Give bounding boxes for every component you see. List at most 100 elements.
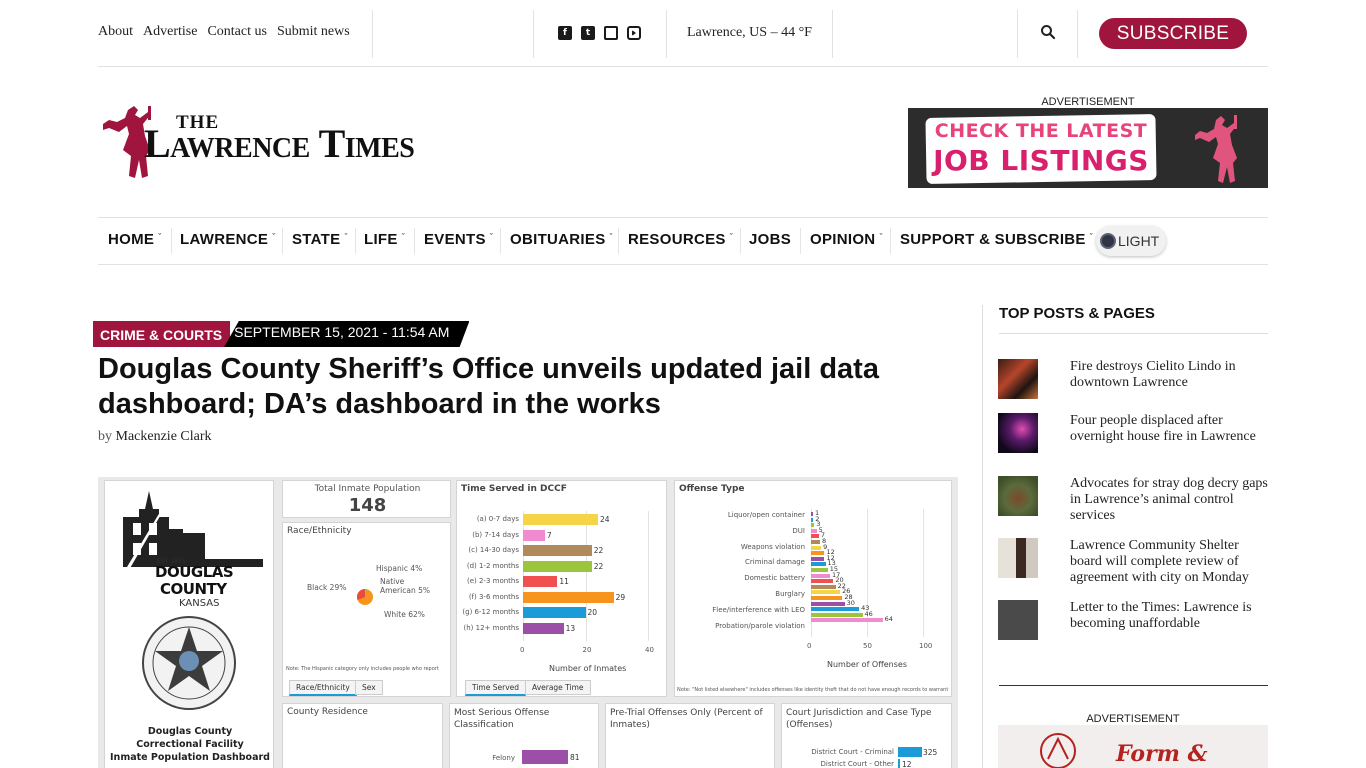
top-posts-rule [999,333,1268,334]
nav-support-subscribe[interactable]: SUPPORT & SUBSCRIBE ˇ [900,231,1093,248]
total-title: Total Inmate Population [314,484,421,494]
article-meta: CRIME & COURTS SEPTEMBER 15, 2021 - 11:5… [93,321,470,347]
nav-state[interactable]: STATE ˇ [292,231,348,248]
serious-offense-panel: Most Serious Offense Classification Felo… [449,703,599,768]
time-bar-value: 20 [587,608,598,617]
offense-gridline [923,509,924,637]
offense-bar [811,573,831,578]
ad-logo-icon [1040,733,1076,768]
toggle-knob [1100,233,1116,249]
sidebar-divider [982,305,983,768]
offense-category-label: DUI [792,526,805,535]
top-post-item[interactable]: Lawrence Community Shelter board will co… [998,538,1268,594]
post-thumbnail[interactable] [998,476,1038,516]
ad-line-1: CHECK THE LATEST [934,120,1148,142]
offense-tick-label: 0 [807,642,812,650]
serious-title: Most Serious Offense Classification [454,708,550,730]
form-function-ad[interactable]: Form & Function [998,725,1268,768]
time-bar-value: 22 [593,546,604,555]
tab-race-ethnicity[interactable]: Race/Ethnicity [289,680,357,696]
about-link[interactable]: About [98,24,133,40]
subscribe-button[interactable]: SUBSCRIBE [1099,18,1247,49]
top-post-link[interactable]: Letter to the Times: Lawrence is becomin… [1070,600,1268,632]
nav-divider [890,228,891,254]
post-thumbnail[interactable] [998,600,1038,640]
post-thumbnail[interactable] [998,413,1038,453]
job-listings-ad[interactable]: CHECK THE LATEST JOB LISTINGS [908,108,1268,188]
time-bar-value: 7 [546,530,552,540]
offense-category-label: Burglary [775,590,805,598]
race-label-white: White 62% [384,610,425,619]
nav-opinion[interactable]: OPINION ˇ [810,231,883,248]
chevron-down-icon: ˇ [729,232,734,242]
court-row-2-value: 12 [902,760,912,768]
time-tick-label: 0 [520,646,525,654]
article-date: SEPTEMBER 15, 2021 - 11:54 AM [224,321,470,347]
post-thumbnail[interactable] [998,359,1038,399]
top-post-link[interactable]: Lawrence Community Shelter board will co… [1070,538,1268,586]
court-row-2-label: District Court - Other [820,760,894,768]
contact-link[interactable]: Contact us [207,24,267,40]
nav-obituaries[interactable]: OBITUARIES ˇ [510,231,613,248]
nav-resources[interactable]: RESOURCES ˇ [628,231,733,248]
twitter-icon[interactable]: t [581,26,595,40]
offense-bar [811,556,825,561]
advertise-link[interactable]: Advertise [143,24,197,40]
race-label-native: Native American 5% [380,577,430,595]
nav-home[interactable]: HOME ˇ [108,231,162,248]
social-links: f t [558,26,641,40]
nav-events[interactable]: EVENTS ˇ [424,231,493,248]
site-logo[interactable]: THE Lawrence Times [98,100,458,184]
instagram-icon[interactable] [604,26,618,40]
total-value: 148 [348,495,387,516]
top-post-link[interactable]: Four people displaced after overnight ho… [1070,413,1268,445]
nav-jobs[interactable]: JOBS [749,231,791,248]
race-pie [357,589,373,605]
ad-brand-text: Form & Function [1116,741,1226,768]
offense-bar-value: 64 [884,615,893,624]
race-ethnicity-panel: Race/Ethnicity Hispanic 4% Native Americ… [282,522,451,697]
top-post-link[interactable]: Advocates for stray dog decry gaps in La… [1070,476,1268,524]
tab-sex[interactable]: Sex [355,680,383,695]
offense-category-label: Weapons violation [740,542,805,551]
category-badge[interactable]: CRIME & COURTS [93,321,231,347]
nav-divider [414,228,415,254]
offense-bar [811,596,843,600]
top-post-item[interactable]: Advocates for stray dog decry gaps in La… [998,476,1268,532]
youtube-icon[interactable] [627,26,641,40]
tab-average-time[interactable]: Average Time [525,680,591,695]
top-links: About Advertise Contact us Submit news [98,24,350,40]
facebook-icon[interactable]: f [558,26,572,40]
time-category-label: (g) 6-12 months [462,608,519,616]
tab-time-served[interactable]: Time Served [465,680,527,696]
search-icon[interactable] [1040,24,1056,40]
nav-divider [500,228,501,254]
court-title: Court Jurisdiction and Case Type (Offens… [786,708,932,730]
theme-toggle[interactable]: LIGHT [1096,226,1166,256]
time-bar [523,622,564,634]
nav-divider [355,228,356,254]
offense-bar [811,601,845,606]
top-post-link[interactable]: Fire destroys Cielito Lindo in downtown … [1070,359,1268,391]
offense-tick-label: 100 [919,642,933,650]
top-post-item[interactable]: Fire destroys Cielito Lindo in downtown … [998,359,1268,403]
divider [832,10,833,58]
serious-row-value: 81 [570,753,580,762]
time-bar [523,607,586,618]
court-row-1-label: District Court - Criminal [811,748,894,756]
nav-life[interactable]: LIFE ˇ [364,231,405,248]
post-thumbnail[interactable] [998,538,1038,578]
author-link[interactable]: Mackenzie Clark [116,429,212,444]
offense-note: Note: "Not listed elsewhere" includes of… [677,687,949,693]
offense-bar [811,590,841,595]
race-label-black: Black 29% [307,583,347,592]
byline: by Mackenzie Clark [98,429,212,445]
offense-bar [811,534,819,539]
nav-lawrence[interactable]: LAWRENCE ˇ [180,231,276,248]
top-post-item[interactable]: Letter to the Times: Lawrence is becomin… [998,600,1268,644]
top-post-item[interactable]: Four people displaced after overnight ho… [998,413,1268,469]
nav-divider [171,228,172,254]
offense-bar [811,551,825,556]
submit-news-link[interactable]: Submit news [277,24,350,40]
logo-wordmark: Lawrence Times [144,121,415,166]
